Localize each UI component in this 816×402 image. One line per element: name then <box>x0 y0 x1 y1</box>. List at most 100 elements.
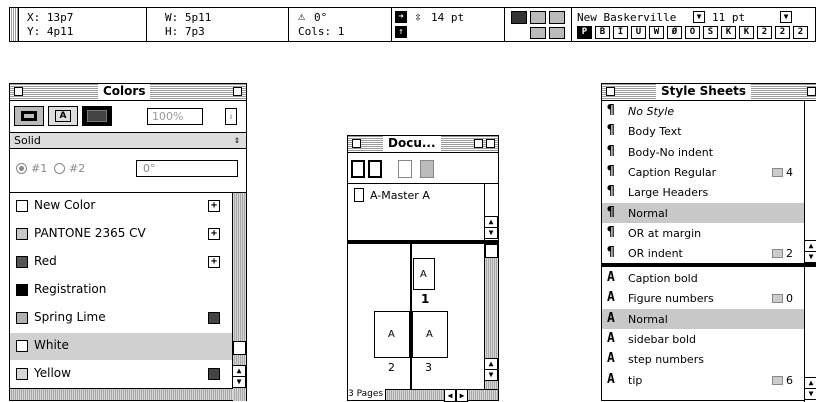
close-box-icon[interactable] <box>14 87 23 96</box>
color-list: New Color + PANTONE 2365 CV + Red + Registrati… <box>10 193 232 389</box>
radio-1[interactable] <box>16 163 27 174</box>
character-a-icon: A <box>607 351 615 367</box>
type-style-button[interactable]: S <box>703 26 718 39</box>
page-3-number: 3 <box>425 361 432 374</box>
leading-field[interactable]: 14 pt <box>431 11 464 24</box>
paragraph-scrollbar[interactable]: ▲ ▼ <box>804 101 816 263</box>
blank-single-page-icon[interactable] <box>351 160 365 178</box>
font-dropdown-icon[interactable]: ▼ <box>693 11 705 23</box>
type-style-button[interactable]: 2 <box>793 26 808 39</box>
color-list-item[interactable]: Registration <box>10 277 232 304</box>
y-position-field[interactable]: Y: 4p11 <box>27 25 73 38</box>
character-style-item[interactable]: A Figure numbers 0 <box>602 288 804 308</box>
paragraph-style-item[interactable]: ¶ OR at margin <box>602 223 804 243</box>
tracking-up-arrow-icon[interactable]: ↑ <box>395 26 407 38</box>
trash-icon[interactable] <box>420 160 434 178</box>
radio-2[interactable] <box>54 163 65 174</box>
type-style-button[interactable]: I <box>613 26 628 39</box>
horizontal-scrollbar[interactable] <box>10 388 233 400</box>
align-left-button[interactable] <box>511 11 527 24</box>
color-list-scrollbar[interactable]: ▲ ▼ <box>232 193 246 401</box>
color-list-item[interactable]: Spring Lime <box>10 305 232 332</box>
align-justify-button[interactable] <box>530 27 546 39</box>
paragraph-style-item[interactable]: ¶ No Style <box>602 101 804 121</box>
page-3-thumbnail[interactable]: A <box>412 311 448 358</box>
scroll-down-arrow-icon[interactable]: ▼ <box>804 388 816 400</box>
close-box-icon[interactable] <box>352 139 361 148</box>
paragraph-style-item[interactable]: ¶ Caption Regular 4 <box>602 162 804 182</box>
font-field[interactable]: New Baskerville <box>577 11 676 24</box>
type-style-button[interactable]: K <box>739 26 754 39</box>
collapse-box-icon[interactable] <box>486 139 495 148</box>
paragraph-style-item[interactable]: ¶ Large Headers <box>602 182 804 202</box>
blank-facing-page-icon[interactable] <box>368 160 382 178</box>
paragraph-style-item[interactable]: ¶ OR indent 2 <box>602 243 804 263</box>
type-style-button[interactable]: P <box>577 26 592 39</box>
x-position-field[interactable]: X: 13p7 <box>27 11 73 24</box>
zoom-box-icon[interactable] <box>474 139 483 148</box>
paragraph-style-item[interactable]: ¶ Body Text <box>602 121 804 141</box>
character-style-item[interactable]: A Caption bold <box>602 268 804 288</box>
background-color-button[interactable] <box>82 106 112 126</box>
close-box-icon[interactable] <box>606 87 615 96</box>
scroll-thumb[interactable] <box>485 244 498 258</box>
page-2-thumbnail[interactable]: A <box>374 311 410 358</box>
scroll-down-arrow-icon[interactable]: ▼ <box>484 227 498 239</box>
scroll-down-arrow-icon[interactable]: ▼ <box>804 251 816 263</box>
type-style-button[interactable]: Ø <box>667 26 682 39</box>
color-list-item[interactable]: White <box>10 333 232 360</box>
leading-arrows-icon[interactable]: ⇳ <box>414 11 422 24</box>
color-list-item[interactable]: New Color + <box>10 193 232 220</box>
zoom-box-icon[interactable] <box>807 87 816 96</box>
page-scrollbar[interactable]: ▲ ▼ <box>484 244 498 390</box>
character-style-item[interactable]: Astep numbers <box>602 349 804 369</box>
type-style-button[interactable]: U <box>631 26 646 39</box>
size-field[interactable]: 11 pt <box>712 11 745 24</box>
measurements-drag-bar[interactable] <box>10 8 19 41</box>
type-style-button[interactable]: B <box>595 26 610 39</box>
align-force-button[interactable] <box>549 27 565 39</box>
color-list-item[interactable]: Red + <box>10 249 232 276</box>
scroll-left-arrow-icon[interactable]: ◀ <box>444 389 456 402</box>
align-center-button[interactable] <box>530 11 546 24</box>
type-style-button[interactable]: W <box>649 26 664 39</box>
paragraph-style-item[interactable]: ¶ Normal <box>602 202 804 223</box>
scroll-down-arrow-icon[interactable]: ▼ <box>232 376 246 388</box>
page-1-thumbnail[interactable]: A <box>413 258 435 290</box>
color-list-item[interactable]: PANTONE 2365 CV + <box>10 221 232 248</box>
character-style-item[interactable]: Atip 6 <box>602 370 804 390</box>
type-style-button[interactable]: O <box>685 26 700 39</box>
type-style-button[interactable]: 2 <box>757 26 772 39</box>
scroll-thumb[interactable] <box>233 341 246 355</box>
color-swatch <box>16 228 28 240</box>
character-style-item[interactable]: Asidebar bold <box>602 329 804 349</box>
fill-type-dropdown[interactable]: Solid ⇕ <box>10 132 246 149</box>
columns-field[interactable]: Cols: 1 <box>298 25 344 38</box>
text-color-button[interactable]: A <box>48 106 78 126</box>
style-shortcut: 6 <box>786 373 793 387</box>
align-right-button[interactable] <box>549 11 565 24</box>
width-field[interactable]: W: 5p11 <box>165 11 211 24</box>
type-style-button[interactable]: K <box>721 26 736 39</box>
character-style-item[interactable]: A Normal <box>602 308 804 329</box>
master-page-item[interactable]: A-Master A <box>370 189 430 202</box>
blend-angle-field[interactable]: 0° <box>136 160 238 177</box>
divider <box>348 240 498 244</box>
scroll-down-arrow-icon[interactable]: ▼ <box>484 369 498 381</box>
character-scrollbar[interactable]: ▲ ▼ <box>804 267 816 402</box>
type-style-button[interactable]: 2 <box>775 26 790 39</box>
angle-field[interactable]: 0° <box>314 11 327 24</box>
zoom-box-icon[interactable] <box>233 87 242 96</box>
tracking-right-arrow-icon[interactable]: ➜ <box>395 11 407 23</box>
tint-stepper-icon[interactable]: ⇕ <box>225 108 237 125</box>
paragraph-style-item[interactable]: ¶ Body-No indent <box>602 142 804 162</box>
color-list-item[interactable]: Yellow <box>10 361 232 388</box>
duplicate-page-icon[interactable] <box>398 160 412 178</box>
size-dropdown-icon[interactable]: ▼ <box>780 11 792 23</box>
height-field[interactable]: H: 7p3 <box>165 25 205 38</box>
tint-field[interactable]: 100% <box>147 108 203 125</box>
frame-color-button[interactable] <box>14 106 44 126</box>
master-scrollbar[interactable]: ▲ ▼ <box>484 184 498 240</box>
style-name: Figure numbers <box>628 292 714 306</box>
scroll-right-arrow-icon[interactable]: ▶ <box>456 389 468 402</box>
